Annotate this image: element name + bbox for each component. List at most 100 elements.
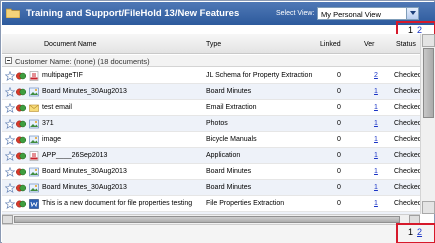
document-list-panel: Training and Support/FileHold 13/New Fea… [0, 0, 435, 243]
document-type: Application [206, 152, 241, 159]
status-indicator-icon [16, 119, 27, 129]
email-icon [29, 103, 39, 113]
version-link[interactable]: 1 [374, 168, 378, 175]
pdf-icon [29, 151, 39, 161]
table-row[interactable]: multipageTIF JL Schema for Property Extra… [2, 68, 420, 84]
table-row[interactable]: APP____26Sep2013 Application 0 1 Checked [2, 148, 420, 164]
select-view-dropdown[interactable]: My Personal View [317, 7, 419, 20]
table-row[interactable]: Board Minutes_30Aug2013 Board Minutes 0 1 Ch… [2, 180, 420, 196]
pdf-icon [29, 71, 39, 81]
document-type: Bicycle Manuals [206, 136, 257, 143]
version-link[interactable]: 1 [374, 152, 378, 159]
document-name[interactable]: Board Minutes_30Aug2013 [42, 168, 127, 175]
column-header-type[interactable]: Type [206, 41, 221, 48]
version-link[interactable]: 1 [374, 184, 378, 191]
linked-count: 0 [337, 200, 341, 207]
status-text: Checked [394, 72, 420, 79]
status-indicator-icon [16, 135, 27, 145]
document-name[interactable]: Board Minutes_30Aug2013 [42, 88, 127, 95]
document-name[interactable]: image [42, 136, 61, 143]
highlight-box-bottom [396, 223, 435, 243]
version-link[interactable]: 1 [374, 88, 378, 95]
status-indicator-icon [16, 183, 27, 193]
collapse-icon[interactable] [5, 57, 12, 64]
document-name[interactable]: APP____26Sep2013 [42, 152, 107, 159]
document-type: File Properties Extraction [206, 200, 285, 207]
status-text: Checked [394, 120, 420, 127]
star-favorite-icon[interactable] [4, 118, 16, 130]
scroll-down-button[interactable] [422, 201, 435, 214]
image-icon [29, 119, 39, 129]
table-row[interactable]: image Bicycle Manuals 0 1 Checked [2, 132, 420, 148]
horizontal-scrollbar[interactable] [2, 214, 420, 224]
select-view-label: Select View: [276, 10, 315, 17]
status-text: Checked [394, 136, 420, 143]
folder-icon [6, 8, 20, 18]
star-favorite-icon[interactable] [4, 102, 16, 114]
vertical-scroll-thumb[interactable] [423, 48, 434, 118]
linked-count: 0 [337, 120, 341, 127]
document-name[interactable]: 371 [42, 120, 54, 127]
linked-count: 0 [337, 184, 341, 191]
chevron-down-icon[interactable] [406, 8, 418, 19]
document-rows: multipageTIF JL Schema for Property Extra… [2, 68, 420, 214]
status-indicator-icon [16, 103, 27, 113]
version-link[interactable]: 1 [374, 200, 378, 207]
footer-bar [2, 224, 435, 243]
star-favorite-icon[interactable] [4, 86, 16, 98]
status-indicator-icon [16, 151, 27, 161]
folder-path-title: Training and Support/FileHold 13/New Fea… [26, 8, 240, 19]
document-type: Board Minutes [206, 88, 252, 95]
status-indicator-icon [16, 167, 27, 177]
select-view-value: My Personal View [321, 10, 381, 19]
image-icon [29, 135, 39, 145]
star-favorite-icon[interactable] [4, 166, 16, 178]
version-link[interactable]: 1 [374, 120, 378, 127]
image-icon [29, 183, 39, 193]
horizontal-scroll-thumb[interactable] [14, 216, 400, 223]
version-link[interactable]: 2 [374, 72, 378, 79]
document-type: Board Minutes [206, 168, 252, 175]
document-type: Email Extraction [206, 104, 257, 111]
status-text: Checked [394, 152, 420, 159]
star-favorite-icon[interactable] [4, 182, 16, 194]
column-header-linked[interactable]: Linked [320, 41, 341, 48]
table-row[interactable]: Board Minutes_30Aug2013 Board Minutes 0 1 Ch… [2, 164, 420, 180]
scroll-up-button[interactable] [422, 34, 435, 47]
status-indicator-icon [16, 199, 27, 209]
word-icon [29, 199, 39, 209]
star-favorite-icon[interactable] [4, 150, 16, 162]
linked-count: 0 [337, 152, 341, 159]
table-row[interactable]: test email Email Extraction 0 1 Checked [2, 100, 420, 116]
star-favorite-icon[interactable] [4, 70, 16, 82]
status-text: Checked [394, 200, 420, 207]
version-link[interactable]: 1 [374, 104, 378, 111]
document-type: Board Minutes [206, 184, 252, 191]
version-link[interactable]: 1 [374, 136, 378, 143]
document-name[interactable]: This is a new document for file properti… [42, 200, 192, 207]
document-name[interactable]: multipageTIF [42, 72, 83, 79]
document-name[interactable]: Board Minutes_30Aug2013 [42, 184, 127, 191]
document-name[interactable]: test email [42, 104, 72, 111]
status-text: Checked [394, 104, 420, 111]
status-text: Checked [394, 168, 420, 175]
table-row[interactable]: 371 Photos 0 1 Checked [2, 116, 420, 132]
table-row[interactable]: This is a new document for file properti… [2, 196, 420, 212]
group-label: Customer Name: (none) (18 documents) [15, 57, 150, 66]
scroll-left-button[interactable] [2, 215, 13, 224]
column-header-status[interactable]: Status [396, 41, 416, 48]
document-type: Photos [206, 120, 228, 127]
table-row[interactable]: Board Minutes_30Aug2013 Board Minutes 0 1 Ch… [2, 84, 420, 100]
column-header-document-name[interactable]: Document Name [44, 41, 97, 48]
group-row[interactable]: Customer Name: (none) (18 documents) [2, 55, 420, 67]
column-header-ver[interactable]: Ver [364, 41, 375, 48]
status-text: Checked [394, 88, 420, 95]
image-icon [29, 167, 39, 177]
column-header-row: Document Name Type Linked Ver Status [2, 34, 420, 54]
linked-count: 0 [337, 104, 341, 111]
star-favorite-icon[interactable] [4, 134, 16, 146]
status-indicator-icon [16, 71, 27, 81]
linked-count: 0 [337, 168, 341, 175]
star-favorite-icon[interactable] [4, 198, 16, 210]
vertical-scrollbar[interactable] [420, 34, 435, 214]
